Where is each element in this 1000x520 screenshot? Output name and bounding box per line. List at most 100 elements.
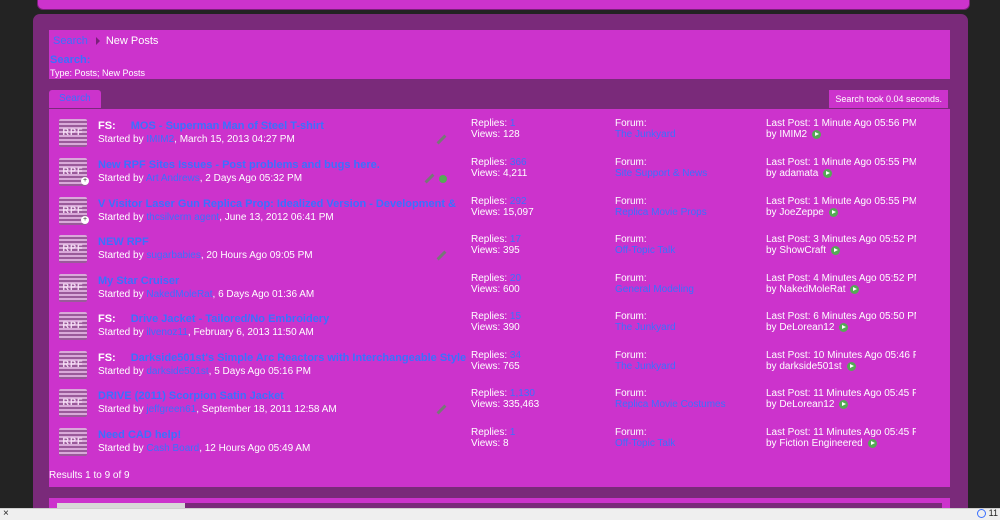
- last-post-author: by darkside501st: [766, 361, 842, 372]
- go-to-last-post-icon[interactable]: [839, 399, 849, 409]
- last-post-by: by IMIM2: [766, 129, 916, 140]
- last-post-time: Last Post: 3 Minutes Ago 05:52 PM: [766, 234, 916, 245]
- thread-title-line: New RPF Sites Issues - Post problems and…: [98, 159, 380, 171]
- thread-starter: Started by jeffgreen61, September 18, 20…: [98, 404, 337, 415]
- forum-link-wrap: Off-Topic Talk: [615, 438, 675, 449]
- thread-icon-label: RPF: [62, 282, 84, 292]
- last-post-time: Last Post: 6 Minutes Ago 05:50 PM: [766, 311, 916, 322]
- forum-link[interactable]: Replica Movie Costumes: [615, 399, 726, 410]
- thread-title-line: FS: Darkside501st's Simple Arc Reactors w…: [98, 352, 466, 364]
- go-to-last-post-icon[interactable]: [846, 361, 856, 371]
- thread-prefix: FS:: [98, 352, 116, 364]
- thread-title-link[interactable]: DRIVE (2011) Scorpion Satin Jacket: [98, 390, 284, 402]
- thread-author-link[interactable]: IMIM2: [146, 134, 174, 145]
- replies-link[interactable]: 292: [510, 196, 527, 207]
- zoom-indicator[interactable]: 11: [976, 508, 998, 519]
- browser-statusbar: × 11: [0, 508, 1000, 520]
- last-post-author: by ShowCraft: [766, 245, 827, 256]
- replies-link[interactable]: 1,130: [510, 388, 535, 399]
- forum-link[interactable]: The Junkyard: [615, 361, 676, 372]
- thread-author-link[interactable]: Art Andrews: [146, 173, 200, 184]
- go-to-last-post-icon[interactable]: [850, 284, 860, 294]
- go-to-last-post-icon[interactable]: [831, 245, 841, 255]
- last-post-time: Last Post: 1 Minute Ago 05:56 PM: [766, 118, 916, 129]
- replies-link[interactable]: 1: [510, 427, 516, 438]
- go-to-last-post-icon[interactable]: [812, 129, 822, 139]
- thread-author-link[interactable]: sugarbabies: [146, 250, 200, 261]
- breadcrumb-search-link[interactable]: Search: [53, 35, 88, 47]
- go-to-last-post-icon[interactable]: [823, 168, 833, 178]
- go-to-last-post-icon[interactable]: [839, 322, 849, 332]
- thread-title-link[interactable]: New RPF Sites Issues - Post problems and…: [98, 159, 380, 171]
- thread-title-link[interactable]: My Star Cruiser: [98, 275, 179, 287]
- thread-title-link[interactable]: Need CAD help!: [98, 429, 181, 441]
- forum-link[interactable]: Off-Topic Talk: [615, 245, 675, 256]
- thread-icon: RPF +: [59, 197, 89, 225]
- thread-title-link[interactable]: V Visitor Laser Gun Replica Prop: Ideali…: [98, 198, 456, 210]
- tab-search[interactable]: Search: [49, 90, 101, 108]
- thread-title-line: FS: Drive Jacket - Tailored/No Embroidery: [98, 313, 329, 325]
- replies-link[interactable]: 20: [510, 273, 521, 284]
- thread-start-date: , 6 Days Ago 01:36 AM: [212, 289, 315, 300]
- table-row: RPF + New RPF Sites Issues - Post problems…: [49, 153, 950, 191]
- last-post-time: Last Post: 11 Minutes Ago 05:45 PM: [766, 427, 916, 438]
- replies-count: Replies: 292: [471, 196, 527, 207]
- replies-label: Replies:: [471, 234, 508, 245]
- views-count: Views: 4,211: [471, 168, 528, 179]
- thread-title-link[interactable]: MOS - Superman Man of Steel T-shirt: [131, 120, 324, 132]
- thread-author-link[interactable]: ilvenoz11: [146, 327, 188, 338]
- last-post-time: Last Post: 1 Minute Ago 05:55 PM: [766, 196, 916, 207]
- thread-icon: RPF: [59, 274, 87, 302]
- thread-icon: RPF: [59, 119, 87, 147]
- last-post-by: by DeLorean12: [766, 399, 916, 410]
- thread-prefix: FS:: [98, 313, 116, 325]
- table-row: RPF FS: Drive Jacket - Tailored/No Embroid…: [49, 307, 950, 345]
- breadcrumb-panel: Search New Posts Search: Type: Posts; New…: [49, 30, 950, 79]
- thread-author-link[interactable]: NakedMoleRat: [146, 289, 212, 300]
- close-icon[interactable]: ×: [3, 508, 9, 519]
- replies-link[interactable]: 34: [510, 350, 521, 361]
- last-post-by: by darkside501st: [766, 361, 916, 372]
- new-post-icon: +: [81, 177, 89, 185]
- replies-label: Replies:: [471, 427, 508, 438]
- replies-link[interactable]: 366: [510, 157, 527, 168]
- thread-title-link[interactable]: NEW RPF: [98, 236, 149, 248]
- started-by-label: Started by: [98, 327, 144, 338]
- thread-author-link[interactable]: thcsilverm agent: [146, 212, 219, 223]
- views-count: Views: 8: [471, 438, 509, 449]
- started-by-label: Started by: [98, 250, 144, 261]
- forum-link[interactable]: The Junkyard: [615, 322, 676, 333]
- replies-count: Replies: 1: [471, 118, 515, 129]
- thread-icon: RPF: [59, 235, 87, 263]
- go-to-last-post-icon[interactable]: [867, 438, 877, 448]
- thread-starter: Started by Cash Board, 12 Hours Ago 05:4…: [98, 443, 310, 454]
- forum-link[interactable]: The Junkyard: [615, 129, 676, 140]
- thread-start-date: , March 15, 2013 04:27 PM: [174, 134, 295, 145]
- replies-link[interactable]: 1: [510, 118, 516, 129]
- thread-starter: Started by NakedMoleRat, 6 Days Ago 01:3…: [98, 289, 314, 300]
- last-post-author: by adamata: [766, 168, 819, 179]
- thread-author-link[interactable]: Cash Board: [146, 443, 199, 454]
- last-post-author: by NakedMoleRat: [766, 284, 846, 295]
- started-by-label: Started by: [98, 289, 144, 300]
- forum-link-wrap: Site Support & News: [615, 168, 707, 179]
- replies-label: Replies:: [471, 388, 508, 399]
- last-post-by: by adamata: [766, 168, 916, 179]
- forum-link[interactable]: Replica Movie Props: [615, 207, 707, 218]
- replies-link[interactable]: 17: [510, 234, 521, 245]
- last-post-by: by JoeZeppe: [766, 207, 916, 218]
- thread-author-link[interactable]: jeffgreen61: [146, 404, 196, 415]
- last-post-time: Last Post: 1 Minute Ago 05:55 PM: [766, 157, 916, 168]
- thread-title-link[interactable]: Drive Jacket - Tailored/No Embroidery: [131, 313, 329, 325]
- replies-link[interactable]: 15: [510, 311, 521, 322]
- forum-link[interactable]: General Modeling: [615, 284, 694, 295]
- thread-author-link[interactable]: darkside501st: [146, 366, 208, 377]
- last-post-time: Last Post: 10 Minutes Ago 05:46 PM: [766, 350, 916, 361]
- last-post-author: by Fiction Engineered: [766, 438, 863, 449]
- go-to-last-post-icon[interactable]: [828, 207, 838, 217]
- forum-link[interactable]: Off-Topic Talk: [615, 438, 675, 449]
- forum-link[interactable]: Site Support & News: [615, 168, 707, 179]
- results-tabbar: Search Search took 0.04 seconds.: [49, 90, 950, 108]
- thread-title-link[interactable]: Darkside501st's Simple Arc Reactors with…: [131, 352, 466, 364]
- replies-count: Replies: 1: [471, 427, 515, 438]
